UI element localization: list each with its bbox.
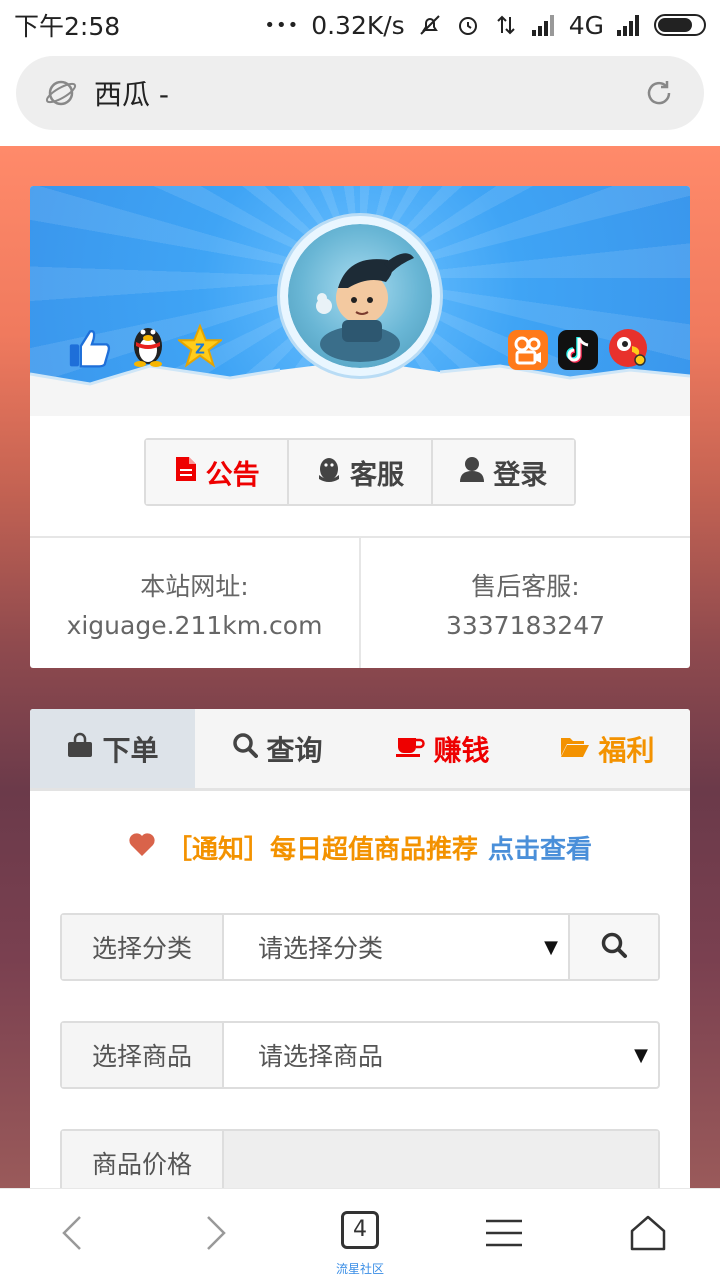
back-button[interactable] [32,1195,112,1275]
announcement-button[interactable]: 公告 [146,440,290,504]
document-icon [174,455,198,490]
tab-count: 4 [353,1217,367,1242]
heart-icon [128,831,156,864]
tab-order-label: 下单 [102,733,159,767]
status-indicators: ••• 0.32K/s 4G [264,11,706,40]
tab-welfare-label: 福利 [598,733,655,767]
notice-text: ［通知］每日超值商品推荐 [165,835,478,865]
douyin-icon[interactable] [556,328,600,372]
profile-card: Z 公告 客服 登录 本站网址: xiguage.211km.com 售后客服:… [30,186,690,668]
kuaishou-icon[interactable] [506,328,550,372]
tab-order[interactable]: 下单 [30,709,195,788]
qq-penguin-icon[interactable] [126,322,170,367]
tab-query-label: 查询 [266,733,323,767]
qq-icon [316,455,342,490]
login-label: 登录 [493,459,548,491]
support-cell: 售后客服: 3337183247 [361,538,690,668]
planet-icon [44,76,78,110]
page-background: Z 公告 客服 登录 本站网址: xiguage.211km.com 售后客服:… [0,146,720,1188]
browser-bottom-nav: 4 流星社区 [0,1188,720,1280]
tab-earn-label: 赚钱 [433,733,490,767]
chevron-right-icon [202,1213,230,1257]
product-select[interactable]: 请选择商品 ▼ [224,1023,658,1087]
net-speed: 0.32K/s [311,10,405,40]
site-url-label: 本站网址: [140,571,249,601]
more-dots-icon: ••• [264,14,300,36]
announcement-label: 公告 [205,459,260,491]
support-label: 售后客服: [471,571,580,601]
reload-icon[interactable] [642,76,676,110]
site-info: 本站网址: xiguage.211km.com 售后客服: 3337183247 [30,536,690,668]
tab-earn[interactable]: 赚钱 [360,709,525,788]
menu-button[interactable] [464,1195,544,1275]
folder-open-icon [560,732,590,765]
dropdown-arrow-icon: ▼ [634,1044,648,1066]
product-select-value: 请选择商品 [258,1042,384,1071]
price-value [224,1131,658,1188]
login-button[interactable]: 登录 [432,440,574,504]
avatar [280,216,440,376]
notice-link[interactable]: 点击查看 [488,829,592,866]
url-bar[interactable]: 西瓜 - [16,56,704,130]
notice-banner: ［通知］每日超值商品推荐 点击查看 [30,829,690,866]
tabs-caption: 流星社区 [335,1261,384,1276]
browser-toolbar: 西瓜 - [0,50,720,146]
network-type: 4G [568,10,604,40]
dropdown-arrow-icon: ▼ [544,936,558,958]
signal-icon-2 [616,12,642,38]
hamburger-icon [484,1217,524,1253]
tab-query[interactable]: 查询 [195,709,360,788]
chevron-left-icon [58,1213,86,1257]
tabs-icon: 4 [341,1210,379,1249]
coffee-cup-icon [395,732,426,765]
category-select[interactable]: 请选择分类 ▼ [224,915,568,979]
user-icon [459,455,485,490]
forward-button[interactable] [176,1195,256,1275]
search-icon [232,732,259,765]
banner: Z [30,186,690,416]
battery-icon [654,14,706,36]
home-button[interactable] [608,1195,688,1275]
tab-welfare[interactable]: 福利 [525,709,690,788]
status-bar: 下午2:58 ••• 0.32K/s 4G [0,0,720,50]
service-label: 客服 [349,459,404,491]
site-url-cell: 本站网址: xiguage.211km.com [30,538,361,668]
category-label: 选择分类 [62,915,224,979]
quick-nav: 公告 客服 登录 [144,438,576,506]
alarm-icon [455,12,481,38]
product-label: 选择商品 [62,1023,224,1087]
data-transfer-icon [493,12,519,38]
product-field: 选择商品 请选择商品 ▼ [60,1021,660,1089]
qzone-star-icon[interactable]: Z [178,323,222,368]
service-button[interactable]: 客服 [289,440,433,504]
support-value[interactable]: 3337183247 [446,611,605,640]
svg-text:Z: Z [195,343,205,358]
tab-bar: 下单 查询 赚钱 福利 [30,709,690,791]
order-card: 下单 查询 赚钱 福利 ［通知］每日超值商品推荐 点击查看 选择分类 请选择分类… [30,709,690,1188]
category-search-button[interactable] [568,915,658,979]
price-field: 商品价格 [60,1129,660,1188]
category-field: 选择分类 请选择分类 ▼ [60,913,660,981]
site-url-value[interactable]: xiguage.211km.com [67,611,323,640]
tabs-button[interactable]: 4 流星社区 [320,1195,400,1276]
shopping-bag-icon [66,732,94,765]
status-time: 下午2:58 [14,12,121,41]
mute-bell-icon [417,12,443,38]
search-icon [600,931,628,963]
url-text[interactable]: 西瓜 - [94,73,642,113]
signal-icon [531,12,557,38]
parrot-app-icon[interactable] [606,326,650,370]
thumbs-up-icon[interactable] [68,326,112,370]
home-icon [628,1213,668,1257]
price-label: 商品价格 [62,1131,224,1188]
category-select-value: 请选择分类 [258,934,384,963]
